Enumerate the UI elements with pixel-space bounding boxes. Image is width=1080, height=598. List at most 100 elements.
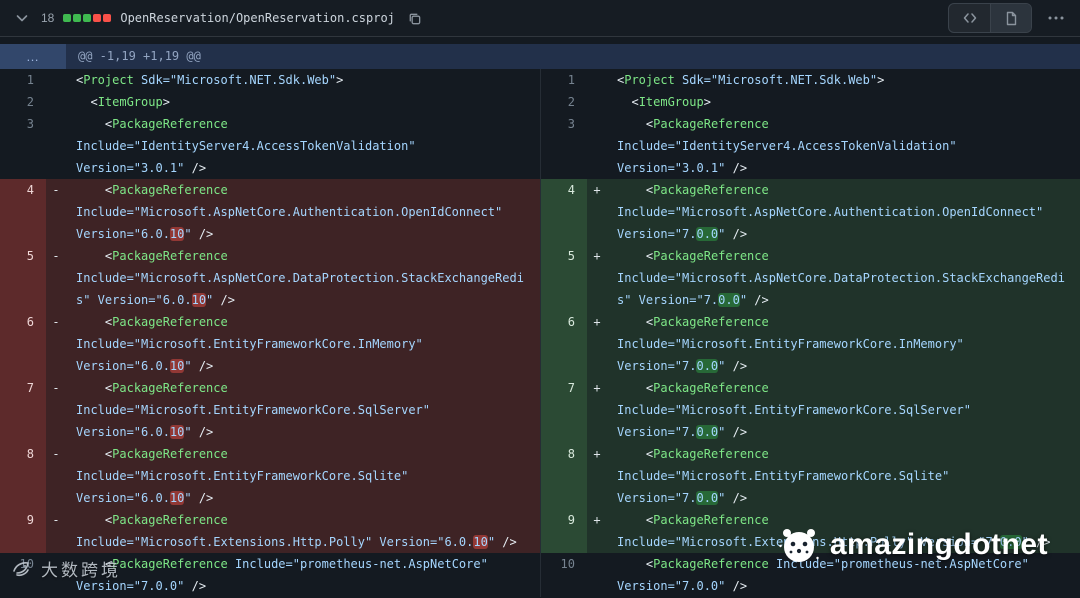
diffstat-block-add [83,14,92,22]
line-number[interactable]: 6 [541,311,587,377]
line-number[interactable]: 3 [541,113,587,179]
file-header: 18 OpenReservation/OpenReservation.cspro… [0,0,1080,37]
diff-row-right-4: 4 + <PackageReference Include="Microsoft.… [541,179,1080,245]
diff-row-right-6: 6 + <PackageReference Include="Microsoft.… [541,311,1080,377]
diff-row-left-1: 1 <Project Sdk="Microsoft.NET.Sdk.Web"> [0,69,540,91]
diff-sign: - [52,183,60,197]
code-line: <PackageReference Include="Microsoft.Asp… [76,249,524,307]
line-number[interactable]: 5 [541,245,587,311]
line-number[interactable]: 8 [0,443,46,509]
code-line: <PackageReference Include="Microsoft.Ext… [76,513,517,549]
code-icon [962,11,978,25]
word-diff-highlight: 0.0 [718,293,740,307]
line-number[interactable]: 4 [541,179,587,245]
diff-view-toggle [948,3,1032,33]
code-line: <ItemGroup> [631,95,711,109]
diff-sign: - [52,381,60,395]
diff-row-left-5: 5- <PackageReference Include="Microsoft.… [0,245,540,311]
code-line: <PackageReference Include="Microsoft.Asp… [617,249,1065,307]
line-number[interactable]: 10 [0,553,46,597]
diff-right-pane: 1 <Project Sdk="Microsoft.NET.Sdk.Web"> 2 … [540,69,1080,597]
diff-row-right-9: 9 + <PackageReference Include="Microsoft.… [541,509,1080,553]
diff-sign: - [52,447,60,461]
kebab-horizontal-icon [1047,11,1065,25]
line-number[interactable]: 7 [0,377,46,443]
code-line: <PackageReference Include="Microsoft.Asp… [617,183,1051,241]
diffstat-block-del [103,14,112,22]
diff-sign [587,553,607,597]
code-line: <PackageReference Include="Microsoft.Ent… [76,381,438,439]
diff-sign: + [593,447,601,461]
code-line: <ItemGroup> [90,95,170,109]
line-number[interactable]: 9 [0,509,46,553]
line-number[interactable]: 1 [0,69,46,91]
diff-row-left-9: 9- <PackageReference Include="Microsoft.… [0,509,540,553]
line-number[interactable]: 8 [541,443,587,509]
code-line: <PackageReference Include="prometheus-ne… [617,557,1037,593]
diff-sign [46,69,66,91]
hunk-header: @@ -1,19 +1,19 @@ [78,49,201,63]
file-options-button[interactable] [1044,8,1068,28]
diff-sign [46,113,66,179]
word-diff-highlight: 0.0 [999,535,1022,549]
diff-sign: + [593,183,601,197]
diff-sign [587,91,607,113]
code-line: <PackageReference Include="Microsoft.Ext… [617,513,1051,549]
line-number[interactable]: 5 [0,245,46,311]
source-diff-button[interactable] [949,4,990,32]
code-line: <PackageReference Include="Microsoft.Ent… [76,447,416,505]
word-diff-highlight: 0.0 [696,227,719,241]
diff-sign: + [593,315,601,329]
code-line: <PackageReference Include="Microsoft.Ent… [617,381,979,439]
diff-sign: - [52,513,60,527]
code-line: <PackageReference Include="Microsoft.Asp… [76,183,510,241]
word-diff-highlight: 10 [169,491,185,505]
word-diff-highlight: 10 [169,359,185,373]
diff-row-left-2: 2 <ItemGroup> [0,91,540,113]
diff-row-right-10: 10 <PackageReference Include="prometheus… [541,553,1080,597]
line-number[interactable]: 3 [0,113,46,179]
word-diff-highlight: 10 [473,535,488,549]
code-line: <PackageReference Include="IdentityServe… [76,117,423,175]
word-diff-highlight: 0.0 [696,425,719,439]
diff-sign [46,553,66,597]
collapse-file-button[interactable] [12,8,32,28]
diff-row-right-1: 1 <Project Sdk="Microsoft.NET.Sdk.Web"> [541,69,1080,91]
diff-sign: + [593,513,601,527]
diff-row-right-3: 3 <PackageReference Include="IdentitySer… [541,113,1080,179]
diff-viewer: 18 OpenReservation/OpenReservation.cspro… [0,0,1080,598]
diff-row-right-8: 8 + <PackageReference Include="Microsoft.… [541,443,1080,509]
diff-split-view: 1 <Project Sdk="Microsoft.NET.Sdk.Web"> 2 … [0,69,1080,597]
line-number[interactable]: 1 [541,69,587,91]
diff-sign: + [593,249,601,263]
code-line: <Project Sdk="Microsoft.NET.Sdk.Web"> [76,73,344,87]
line-number[interactable]: 4 [0,179,46,245]
line-number[interactable]: 6 [0,311,46,377]
word-diff-highlight: 0.0 [696,491,719,505]
diff-sign: - [52,315,60,329]
word-diff-highlight: 10 [169,227,185,241]
diff-row-right-7: 7 + <PackageReference Include="Microsoft.… [541,377,1080,443]
expand-hunk-button[interactable]: … [0,44,66,69]
line-number[interactable]: 10 [541,553,587,597]
line-number[interactable]: 9 [541,509,587,553]
diffstat-block-add [73,14,82,22]
file-icon [1004,11,1018,26]
diff-row-left-7: 7- <PackageReference Include="Microsoft.… [0,377,540,443]
word-diff-highlight: 10 [169,425,185,439]
rich-diff-button[interactable] [990,4,1031,32]
diffstat-block-del [93,14,102,22]
line-number[interactable]: 7 [541,377,587,443]
copy-path-button[interactable] [404,8,425,29]
code-line: <PackageReference Include="IdentityServe… [617,117,964,175]
diff-sign [46,91,66,113]
file-path[interactable]: OpenReservation/OpenReservation.csproj [120,11,395,25]
diff-row-left-8: 8- <PackageReference Include="Microsoft.… [0,443,540,509]
line-number[interactable]: 2 [0,91,46,113]
diff-row-left-10: 10 <PackageReference Include="prometheus… [0,553,540,597]
code-line: <PackageReference Include="Microsoft.Ent… [617,315,972,373]
diffstat-block-add [63,14,72,22]
changed-lines-count: 18 [41,11,55,25]
code-line: <PackageReference Include="Microsoft.Ent… [76,315,431,373]
line-number[interactable]: 2 [541,91,587,113]
